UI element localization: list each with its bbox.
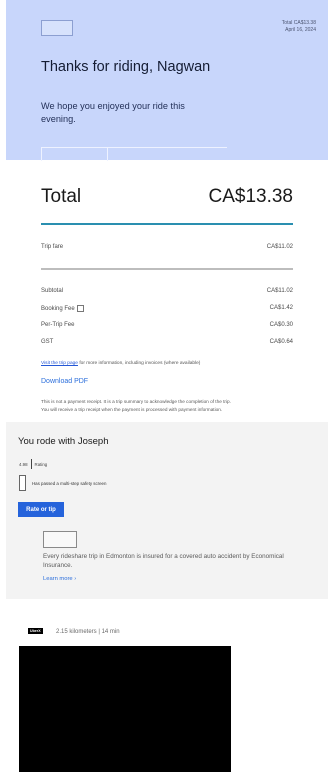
visit-trip-link[interactable]: Visit the trip page (41, 361, 78, 366)
total-row: Total CA$13.38 (41, 186, 293, 208)
per-trip-fee-row: Per-Trip Fee CA$0.30 (41, 322, 293, 328)
trip-fare-row: Trip fare CA$11.02 (41, 244, 293, 250)
safety-text: Has passed a multi-step safety screen (32, 480, 107, 486)
subtotal-divider (41, 268, 293, 270)
learn-more-link[interactable]: Learn more › (43, 576, 76, 582)
total-label: Total (41, 186, 82, 207)
trip-section: UberX 2.15 kilometers | 14 min (6, 600, 328, 772)
visit-trip-rest: for more information, including invoices… (77, 361, 201, 366)
header-tab-line (107, 147, 227, 161)
trip-fare-value: CA$11.02 (266, 244, 293, 250)
header-total: Total CA$13.38 (281, 20, 316, 26)
gst-row: GST CA$0.64 (41, 339, 293, 345)
driver-heading: You rode with Joseph (18, 436, 109, 447)
trip-distance: 2.15 kilometers | 14 min (56, 629, 120, 635)
subtotal-label: Subtotal (41, 288, 64, 294)
rating-value: 4.98 (19, 461, 28, 467)
header-tab-outline (41, 147, 108, 161)
per-trip-fee-label: Per-Trip Fee (41, 322, 75, 328)
rate-or-tip-button[interactable]: Rate or tip (18, 502, 64, 517)
receipt-header: Total CA$13.38 April 16, 2024 Thanks for… (6, 0, 328, 161)
insurance-logo-placeholder (43, 531, 77, 548)
gst-label: GST (41, 339, 54, 345)
visit-trip-text: Visit the trip page for more information… (41, 361, 200, 366)
receipt-note: This is not a payment receipt. It is a t… (41, 398, 291, 414)
driver-rating: 4.98 Rating (19, 459, 47, 469)
subtotal-value: CA$11.02 (266, 288, 293, 294)
download-pdf-link[interactable]: Download PDF (41, 378, 88, 385)
safety-badge: Has passed a multi-step safety screen (19, 475, 106, 491)
fare-breakdown: Total CA$13.38 Trip fare CA$11.02 Subtot… (6, 164, 328, 420)
receipt-note-line-2: You will receive a trip receipt when the… (41, 407, 223, 412)
info-icon[interactable] (76, 305, 84, 312)
trip-map[interactable] (19, 646, 231, 772)
rating-label: Rating (34, 461, 48, 467)
driver-section: You rode with Joseph 4.98 Rating Has pas… (6, 422, 328, 599)
booking-fee-value: CA$1.42 (269, 305, 293, 311)
booking-fee-row: Booking Fee CA$1.42 (41, 305, 293, 312)
per-trip-fee-value: CA$0.30 (269, 322, 293, 328)
page-subtitle: We hope you enjoyed your ride this eveni… (41, 101, 185, 124)
brand-logo-placeholder (41, 20, 73, 36)
header-date: April 16, 2024 (285, 27, 316, 33)
insurance-text: Every rideshare trip in Edmonton is insu… (43, 553, 284, 569)
header-meta: Total CA$13.38 April 16, 2024 (282, 20, 316, 34)
rating-divider (30, 459, 32, 469)
ride-type-badge: UberX (28, 628, 43, 634)
total-divider (41, 223, 293, 225)
page-title: Thanks for riding, Nagwan (41, 59, 211, 75)
trip-fare-label: Trip fare (41, 244, 64, 250)
gst-value: CA$0.64 (269, 339, 293, 345)
total-value: CA$13.38 (208, 186, 293, 207)
booking-fee-label: Booking Fee (41, 306, 75, 313)
subtotal-row: Subtotal CA$11.02 (41, 288, 293, 294)
safety-icon (19, 475, 26, 491)
receipt-note-line-1: This is not a payment receipt. It is a t… (41, 399, 231, 404)
